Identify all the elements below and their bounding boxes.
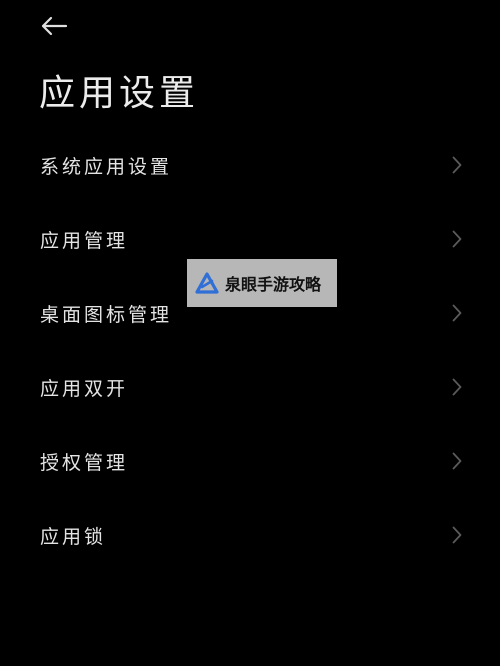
arrow-left-icon <box>41 16 68 36</box>
chevron-right-icon <box>450 155 464 175</box>
back-button[interactable] <box>28 8 80 44</box>
menu-item-label: 系统应用设置 <box>40 155 173 178</box>
menu-item-label: 应用双开 <box>40 377 129 400</box>
menu-item-label: 应用管理 <box>40 229 129 252</box>
chevron-right-icon <box>450 229 464 249</box>
settings-menu-list: 系统应用设置 应用管理 桌面图标管理 应用双开 授权管理 应用锁 <box>0 128 500 572</box>
chevron-right-icon <box>450 525 464 545</box>
chevron-right-icon <box>450 377 464 397</box>
menu-item-permission-management[interactable]: 授权管理 <box>0 424 500 498</box>
watermark-overlay: 泉眼手游攻略 <box>187 259 337 307</box>
menu-item-app-lock[interactable]: 应用锁 <box>0 498 500 572</box>
watermark-text: 泉眼手游攻略 <box>225 275 322 294</box>
menu-item-system-app-settings[interactable]: 系统应用设置 <box>0 128 500 202</box>
menu-item-label: 应用锁 <box>40 525 107 548</box>
page-title: 应用设置 <box>39 73 200 114</box>
menu-item-label: 授权管理 <box>40 451 129 474</box>
triangle-logo-icon <box>195 272 219 294</box>
chevron-right-icon <box>450 303 464 323</box>
menu-item-dual-apps[interactable]: 应用双开 <box>0 350 500 424</box>
chevron-right-icon <box>450 451 464 471</box>
